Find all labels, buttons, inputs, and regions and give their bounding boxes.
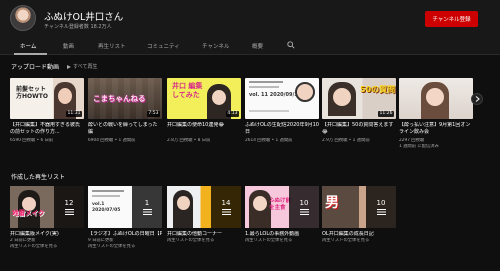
video-meta: 2614 回視聴 • 1 週間前 [245,138,293,143]
playlist-thumbnail[interactable]: vol.1 2020/07/05 1 [88,186,162,228]
video-meta: 2.9万 回視聴 • 1 週間前 [322,138,370,143]
playlist-video-count: 10 [376,199,386,207]
tab-community[interactable]: コミュニティ [147,42,180,50]
video-thumbnail[interactable]: vol. 11 2020/09/10 [245,78,319,119]
video-duration: 4:13 [225,111,239,117]
video-title[interactable]: 【酔っ払い注意】9月第1回オンライン飲み会 [399,122,473,135]
video-duration: 11:31 [66,111,82,117]
playlist-thumbnail[interactable]: 14 [167,186,241,228]
view-full-playlist-link[interactable]: 再生リストの全体を見る [245,238,319,244]
thumbnail-caption: vol.1 2020/07/05 [92,202,121,213]
playlist-card[interactable]: 14 井口編集の他動コーナー 再生リストの全体を見る [167,186,241,244]
thumbnail-caption: 地雷メイク [12,209,45,217]
video-card[interactable]: vol. 11 2020/09/10 ふぬけOLの生配信2020年9月10日 2… [245,78,319,144]
playlist-count-overlay: 1 [132,186,162,228]
tab-channels[interactable]: チャンネル [202,42,229,50]
playlist-thumbnail[interactable]: 地雷メイク 12 [10,186,84,228]
playlist-thumbnail[interactable]: 男 10 [322,186,396,228]
subscriber-count: チャンネル登録者数 18.2万人 [44,24,112,30]
playlist-title[interactable]: 【ラジオ】ふぬけOLの日曜日【PMからっ】【メインバー... [88,231,162,238]
video-thumbnail[interactable]: 前髪セット 方HOWTO 11:31 [10,78,84,119]
video-thumbnail[interactable]: 50の質問 11:26 [322,78,396,119]
video-thumbnail[interactable]: 井口 編集 してみた 4:13 [167,78,241,119]
video-title[interactable]: ふぬけOLの生配信2020年9月10日 [245,122,319,135]
playlist-video-count: 1 [144,199,150,207]
video-meta-live: 1 週間前 に配信済み [399,143,439,149]
video-meta: 6590 回視聴 • 6 日前 [10,138,54,143]
video-card[interactable]: こまちゃんねる 7:53 酔いとの戦いを繰ってしまった編 6904 回視聴 • … [88,78,162,144]
playlist-card[interactable]: 男 10 OL井口編集の成長日記 再生リストの全体を見る [322,186,396,244]
view-full-playlist-link[interactable]: 再生リストの全体を見る [322,238,396,244]
playlists-section-title[interactable]: 作成した再生リスト [11,172,65,181]
video-card[interactable]: 50の質問 11:26 【井口編集】50の質問答えます😂 2.9万 回視聴 • … [322,78,396,144]
thumbnail-caption: vol. 11 2020/09/10 [249,92,302,98]
channel-header: ふぬけOL井口さん チャンネル登録者数 18.2万人 チャンネル登録 [0,0,500,36]
thumbnail-caption: 50の質問 [360,85,396,94]
playlist-count-overlay: 10 [366,186,396,228]
chevron-right-icon [475,96,480,102]
tab-about[interactable]: 概要 [252,42,263,50]
video-title[interactable]: 【井口編集】不器用すぎる彼氏の前セットの作り方... [10,122,84,135]
playlist-video-count: 10 [299,199,309,207]
tab-playlists[interactable]: 再生リスト [98,42,126,50]
playlist-icon [142,209,152,215]
search-icon[interactable] [287,41,295,49]
tab-videos[interactable]: 動画 [63,42,74,50]
playlist-card[interactable]: vol.1 2020/07/05 1 【ラジオ】ふぬけOLの日曜日【PMからっ】… [88,186,162,250]
playlist-icon [221,209,231,215]
thumbnail-caption: 井口 編集 してみた [172,82,203,99]
playlist-icon [299,209,309,215]
video-card[interactable]: 【酔っ払い注意】9月第1回オンライン飲み会 2297 回視聴 1 週間前 に配信… [399,78,473,149]
playlist-count-overlay: 12 [54,186,84,228]
thumbnail-caption: 前髪セット 方HOWTO [16,86,48,100]
channel-tabs: ホーム 動画 再生リスト コミュニティ チャンネル 概要 [0,36,500,55]
video-thumbnail[interactable]: こまちゃんねる 7:53 [88,78,162,119]
view-full-playlist-link[interactable]: 再生リストの全体を見る [10,244,84,250]
playlist-card[interactable]: 地雷メイク 12 井口編集版メイク(実) 2 日前に更新 再生リストの全体を見る [10,186,84,250]
thumbnail-caption: ふぬけ前を主食 [269,198,292,211]
view-full-playlist-link[interactable]: 再生リストの全体を見る [167,238,241,244]
subscribe-button[interactable]: チャンネル登録 [425,11,478,27]
video-duration: 7:53 [146,111,160,117]
uploads-section-title[interactable]: アップロード動画 [11,62,59,71]
play-all-label: すべて再生 [73,64,98,70]
channel-name: ふぬけOL井口さん [44,12,124,23]
playlist-video-count: 12 [64,199,74,207]
next-arrow-button[interactable] [471,93,483,105]
video-meta: 2.8万 回視聴 • 8 日前 [167,138,211,143]
video-title[interactable]: 酔いとの戦いを繰ってしまった編 [88,122,162,135]
channel-avatar[interactable] [10,5,36,31]
video-card[interactable]: 井口 編集 してみた 4:13 井口編集の使命10連発😂 2.8万 回視聴 • … [167,78,241,144]
playlist-count-overlay: 14 [211,186,241,228]
playlist-video-count: 14 [221,199,231,207]
playlist-icon [64,209,74,215]
video-title[interactable]: 井口編集の使命10連発😂 [167,122,241,135]
video-thumbnail[interactable] [399,78,473,119]
playlist-card[interactable]: ふぬけ前を主食 10 1.最らLOLの事務外動画 再生リストの全体を見る [245,186,319,244]
play-icon [67,64,71,69]
playlist-count-overlay: 10 [289,186,319,228]
playlist-thumbnail[interactable]: ふぬけ前を主食 10 [245,186,319,228]
video-card[interactable]: 前髪セット 方HOWTO 11:31 【井口編集】不器用すぎる彼氏の前セットの作… [10,78,84,144]
video-meta: 6904 回視聴 • 1 週間前 [88,138,136,143]
video-duration: 11:26 [378,111,394,117]
thumbnail-caption: 男 [325,195,339,211]
play-all-button[interactable]: すべて再生 [67,63,97,70]
active-tab-indicator [14,53,47,55]
thumbnail-caption: こまちゃんねる [93,94,146,103]
view-full-playlist-link[interactable]: 再生リストの全体を見る [88,244,162,250]
video-title[interactable]: 【井口編集】50の質問答えます😂 [322,122,396,135]
tab-home[interactable]: ホーム [20,42,36,50]
playlist-icon [376,209,386,215]
